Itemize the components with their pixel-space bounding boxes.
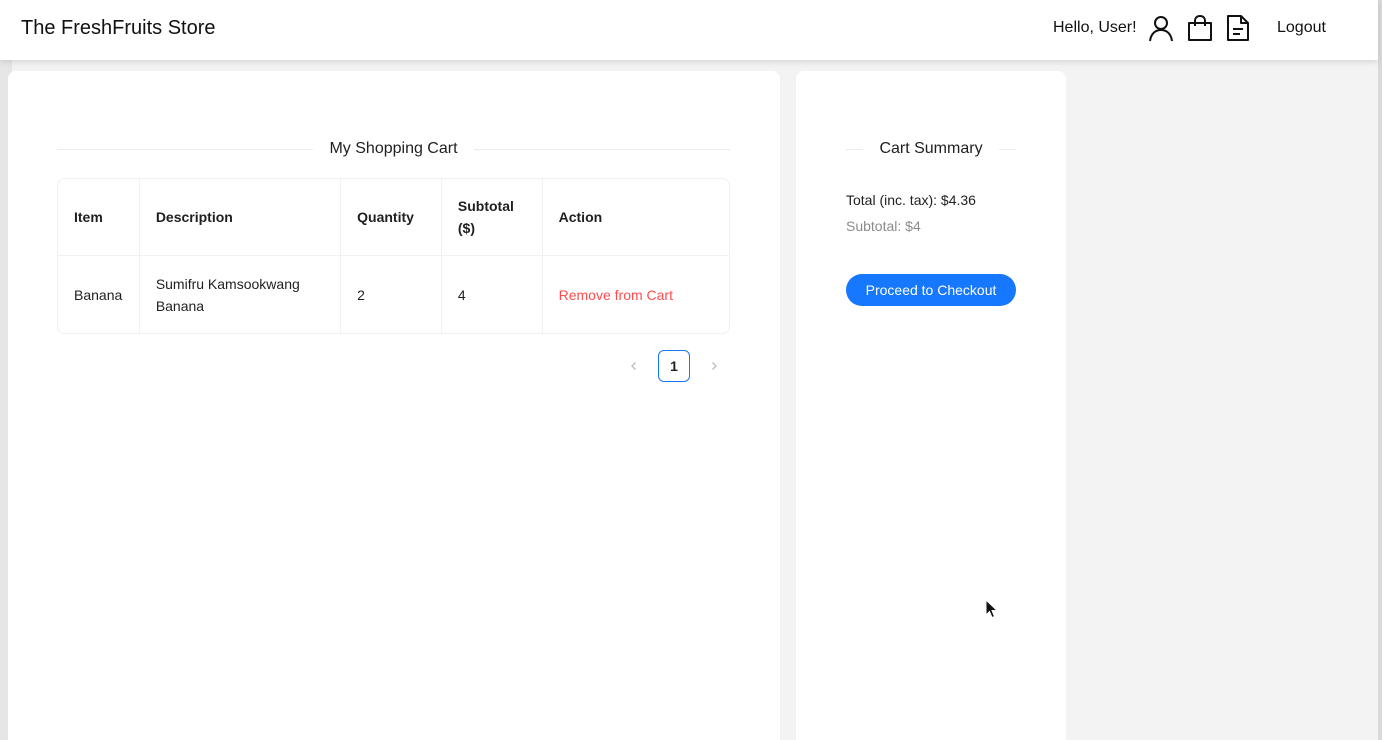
divider-line: [998, 148, 1016, 150]
cell-quantity: 2: [341, 256, 442, 333]
cell-subtotal: 4: [442, 256, 543, 333]
cart-total: Total (inc. tax): $4.36: [846, 192, 976, 208]
user-icon[interactable]: [1147, 14, 1175, 42]
divider-line: [846, 148, 864, 150]
cell-description: Sumifru Kamsookwang Banana: [140, 256, 342, 333]
orders-document-icon[interactable]: [1224, 14, 1252, 42]
shopping-bag-icon[interactable]: [1186, 14, 1214, 42]
summary-title: Cart Summary: [879, 140, 983, 157]
store-brand[interactable]: The FreshFruits Store: [21, 17, 216, 40]
user-greeting: Hello, User!: [1053, 19, 1137, 36]
divider-line: [57, 148, 314, 150]
window-edge: [1378, 0, 1382, 740]
column-header-subtotal: Subtotal ($): [442, 179, 543, 255]
mouse-pointer-icon: [985, 598, 999, 619]
chevron-right-icon[interactable]: [704, 350, 724, 382]
cell-action: Remove from Cart: [543, 256, 729, 333]
pagination-page-1[interactable]: 1: [658, 350, 690, 382]
cell-item: Banana: [58, 256, 140, 333]
column-header-action: Action: [558, 209, 603, 225]
cart-subtotal: Subtotal: $4: [846, 218, 921, 234]
proceed-to-checkout-button[interactable]: Proceed to Checkout: [846, 274, 1016, 306]
cart-title: My Shopping Cart: [329, 140, 458, 157]
column-header-item: Item: [58, 179, 140, 255]
divider-line: [473, 148, 730, 150]
column-header-quantity: Quantity: [341, 179, 442, 255]
table-row: Banana Sumifru Kamsookwang Banana 2 4 Re…: [58, 256, 729, 333]
cart-summary-card: Cart Summary Total (inc. tax): $4.36 Sub…: [796, 71, 1066, 740]
cart-table: Item Description Quantity Subtotal ($) A…: [57, 178, 730, 334]
chevron-left-icon[interactable]: [624, 350, 644, 382]
shopping-cart-card: My Shopping Cart Item Description Quanti…: [8, 71, 780, 740]
remove-from-cart-link[interactable]: Remove from Cart: [559, 284, 673, 306]
logout-link[interactable]: Logout: [1277, 19, 1326, 37]
cart-title-divider: My Shopping Cart: [57, 140, 730, 158]
column-header-description: Description: [140, 179, 342, 255]
summary-title-divider: Cart Summary: [846, 140, 1016, 158]
top-navbar: The FreshFruits Store Hello, User! Logou…: [0, 0, 1378, 60]
table-header-row: Item Description Quantity Subtotal ($) A…: [58, 179, 729, 256]
